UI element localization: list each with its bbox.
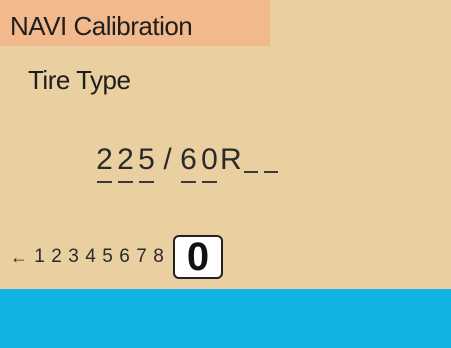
tire-char: 6 [178, 143, 199, 183]
tire-char: 0 [199, 143, 220, 183]
field-label: Tire Type [28, 65, 131, 95]
selected-digit-button[interactable]: 0 [173, 235, 223, 279]
back-arrow-icon[interactable]: ← [10, 247, 28, 267]
digit-option[interactable]: 7 [133, 246, 150, 268]
tire-char: 2 [115, 143, 136, 183]
digit-selector: ← 123456780 [10, 232, 223, 282]
digit-option[interactable]: 2 [48, 246, 65, 268]
page-title: NAVI Calibration [10, 11, 193, 41]
tire-char: R [220, 143, 242, 176]
tire-type-value: 2 2 5/6 0 R [94, 137, 281, 183]
digit-option[interactable]: 3 [65, 246, 82, 268]
title-bar: NAVI Calibration [0, 0, 270, 46]
tire-char: 2 [94, 143, 115, 183]
digit-option[interactable]: 8 [150, 246, 167, 268]
navi-calibration-screen: NAVI Calibration Tire Type 2 2 5/6 0 R ← 123… [0, 0, 451, 348]
tire-char: / [163, 143, 172, 176]
digit-option[interactable]: 1 [31, 246, 48, 268]
tire-char: 5 [136, 143, 157, 183]
digit-option[interactable]: 5 [99, 246, 116, 268]
footer-bar [0, 289, 451, 348]
digit-option[interactable]: 6 [116, 246, 133, 268]
digit-option[interactable]: 4 [82, 246, 99, 268]
